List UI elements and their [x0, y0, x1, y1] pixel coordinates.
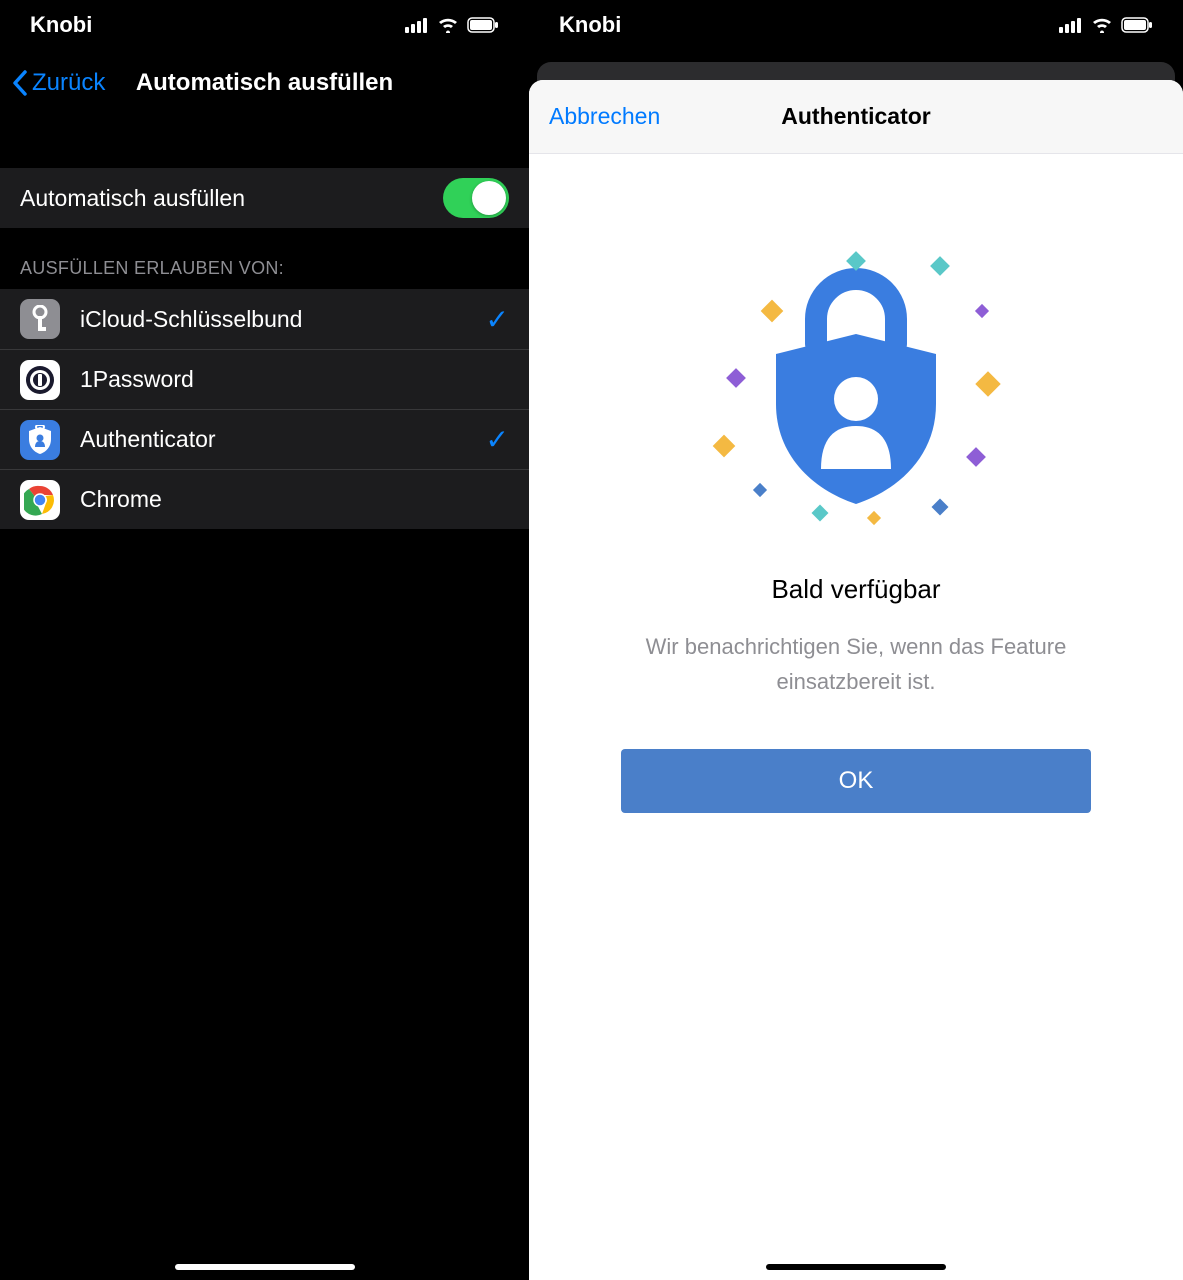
phone-authenticator: Knobi Abbrechen Authenticator: [529, 0, 1183, 1280]
onepassword-icon: [20, 360, 60, 400]
body-text: Wir benachrichtigen Sie, wenn das Featur…: [636, 629, 1076, 699]
signal-icon: [1059, 17, 1083, 33]
autofill-toggle-row[interactable]: Automatisch ausfüllen: [0, 168, 529, 228]
signal-icon: [405, 17, 429, 33]
status-bar: Knobi: [0, 0, 529, 50]
toggle-label: Automatisch ausfüllen: [20, 185, 245, 212]
headline: Bald verfügbar: [771, 574, 940, 605]
provider-row-1password[interactable]: 1Password: [0, 349, 529, 409]
carrier-label: Knobi: [559, 12, 621, 38]
provider-label: Authenticator: [80, 426, 216, 453]
home-indicator[interactable]: [766, 1264, 946, 1270]
phone-settings: Knobi Zurück Automatisch ausfüllen Autom…: [0, 0, 529, 1280]
back-button[interactable]: Zurück: [12, 69, 105, 97]
lock-shield-icon: [706, 244, 1006, 524]
provider-label: 1Password: [80, 366, 194, 393]
check-icon: ✓: [486, 423, 509, 456]
chrome-icon: [20, 480, 60, 520]
home-indicator[interactable]: [175, 1264, 355, 1270]
provider-row-authenticator[interactable]: Authenticator ✓: [0, 409, 529, 469]
status-icons: [405, 17, 499, 33]
battery-icon: [1121, 17, 1153, 33]
chevron-left-icon: [12, 70, 28, 96]
carrier-label: Knobi: [30, 12, 92, 38]
status-bar: Knobi: [529, 0, 1183, 50]
keychain-icon: [20, 299, 60, 339]
provider-label: Chrome: [80, 486, 162, 513]
section-header: AUSFÜLLEN ERLAUBEN VON:: [0, 228, 529, 289]
provider-label: iCloud-Schlüsselbund: [80, 306, 302, 333]
authenticator-icon: [20, 420, 60, 460]
sheet-body: Bald verfügbar Wir benachrichtigen Sie, …: [529, 154, 1183, 1280]
ok-button[interactable]: OK: [621, 749, 1091, 813]
provider-row-icloud[interactable]: iCloud-Schlüsselbund ✓: [0, 289, 529, 349]
wifi-icon: [1091, 17, 1113, 33]
modal-sheet: Abbrechen Authenticator: [529, 80, 1183, 1280]
battery-icon: [467, 17, 499, 33]
sheet-header: Abbrechen Authenticator: [529, 80, 1183, 154]
status-icons: [1059, 17, 1153, 33]
page-title: Automatisch ausfüllen: [136, 69, 393, 97]
back-label: Zurück: [32, 69, 105, 97]
provider-row-chrome[interactable]: Chrome: [0, 469, 529, 529]
nav-bar: Zurück Automatisch ausfüllen: [0, 50, 529, 116]
lock-illustration: [706, 244, 1006, 524]
wifi-icon: [437, 17, 459, 33]
cancel-button[interactable]: Abbrechen: [549, 103, 660, 130]
check-icon: ✓: [486, 303, 509, 336]
autofill-toggle[interactable]: [443, 178, 509, 218]
sheet-title: Authenticator: [781, 103, 931, 130]
